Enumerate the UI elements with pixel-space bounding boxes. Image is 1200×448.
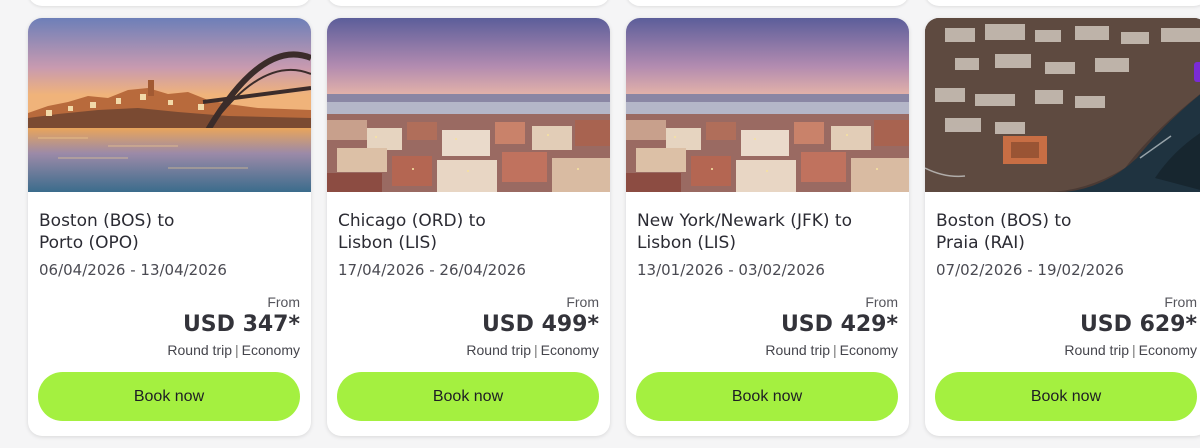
travel-dates: 07/02/2026 - 19/02/2026 bbox=[936, 261, 1124, 279]
cabin-class: Economy bbox=[1138, 342, 1197, 358]
route-destination: Porto (OPO) bbox=[39, 233, 139, 253]
divider: | bbox=[833, 342, 837, 358]
previous-row-card-edge bbox=[925, 0, 1200, 6]
route-destination: Praia (RAI) bbox=[936, 233, 1025, 253]
book-now-button[interactable]: Book now bbox=[636, 372, 898, 421]
price: USD 429* bbox=[780, 312, 898, 337]
route-origin: New York/Newark (JFK) to bbox=[637, 211, 852, 231]
travel-dates: 17/04/2026 - 26/04/2026 bbox=[338, 261, 526, 279]
route-origin: Boston (BOS) to bbox=[39, 211, 175, 231]
price: USD 347* bbox=[182, 312, 300, 337]
price-block: From USD 347* Round trip | Economy bbox=[39, 293, 300, 361]
from-label: From bbox=[566, 294, 599, 310]
travel-dates: 06/04/2026 - 13/04/2026 bbox=[39, 261, 227, 279]
from-label: From bbox=[865, 294, 898, 310]
destination-photo bbox=[28, 18, 311, 192]
book-now-button[interactable]: Book now bbox=[38, 372, 300, 421]
travel-dates: 13/01/2026 - 03/02/2026 bbox=[637, 261, 825, 279]
book-now-button[interactable]: Book now bbox=[337, 372, 599, 421]
deals-carousel: Boston (BOS) to Porto (OPO) 06/04/2026 -… bbox=[0, 0, 1200, 448]
price-block: From USD 499* Round trip | Economy bbox=[338, 293, 599, 361]
destination-photo bbox=[626, 18, 909, 192]
cabin-class: Economy bbox=[241, 342, 300, 358]
trip-details: Round trip | Economy bbox=[936, 339, 1197, 361]
book-now-button[interactable]: Book now bbox=[935, 372, 1197, 421]
trip-details: Round trip | Economy bbox=[338, 339, 599, 361]
trip-type: Round trip bbox=[167, 342, 232, 358]
from-label: From bbox=[1164, 294, 1197, 310]
from-label: From bbox=[267, 294, 300, 310]
trip-type: Round trip bbox=[765, 342, 830, 358]
route-origin: Boston (BOS) to bbox=[936, 211, 1072, 231]
trip-type: Round trip bbox=[1064, 342, 1129, 358]
previous-row-card-edge bbox=[327, 0, 610, 6]
deal-card[interactable]: New York/Newark (JFK) to Lisbon (LIS) 13… bbox=[626, 18, 909, 436]
deal-card[interactable]: Chicago (ORD) to Lisbon (LIS) 17/04/2026… bbox=[327, 18, 610, 436]
route-destination: Lisbon (LIS) bbox=[637, 233, 736, 253]
divider: | bbox=[1132, 342, 1136, 358]
cabin-class: Economy bbox=[540, 342, 599, 358]
price-block: From USD 429* Round trip | Economy bbox=[637, 293, 898, 361]
previous-row-card-edge bbox=[28, 0, 311, 6]
divider: | bbox=[534, 342, 538, 358]
destination-photo bbox=[925, 18, 1200, 192]
price-block: From USD 629* Round trip | Economy bbox=[936, 293, 1197, 361]
cabin-class: Economy bbox=[839, 342, 898, 358]
route-origin: Chicago (ORD) to bbox=[338, 211, 486, 231]
price: USD 499* bbox=[481, 312, 599, 337]
price: USD 629* bbox=[1079, 312, 1197, 337]
divider: | bbox=[235, 342, 239, 358]
trip-details: Round trip | Economy bbox=[637, 339, 898, 361]
carousel-next-indicator[interactable] bbox=[1194, 62, 1200, 82]
destination-photo bbox=[327, 18, 610, 192]
trip-details: Round trip | Economy bbox=[39, 339, 300, 361]
deal-card[interactable]: Boston (BOS) to Praia (RAI) 07/02/2026 -… bbox=[925, 18, 1200, 436]
route-destination: Lisbon (LIS) bbox=[338, 233, 437, 253]
deal-card[interactable]: Boston (BOS) to Porto (OPO) 06/04/2026 -… bbox=[28, 18, 311, 436]
trip-type: Round trip bbox=[466, 342, 531, 358]
previous-row-card-edge bbox=[626, 0, 909, 6]
